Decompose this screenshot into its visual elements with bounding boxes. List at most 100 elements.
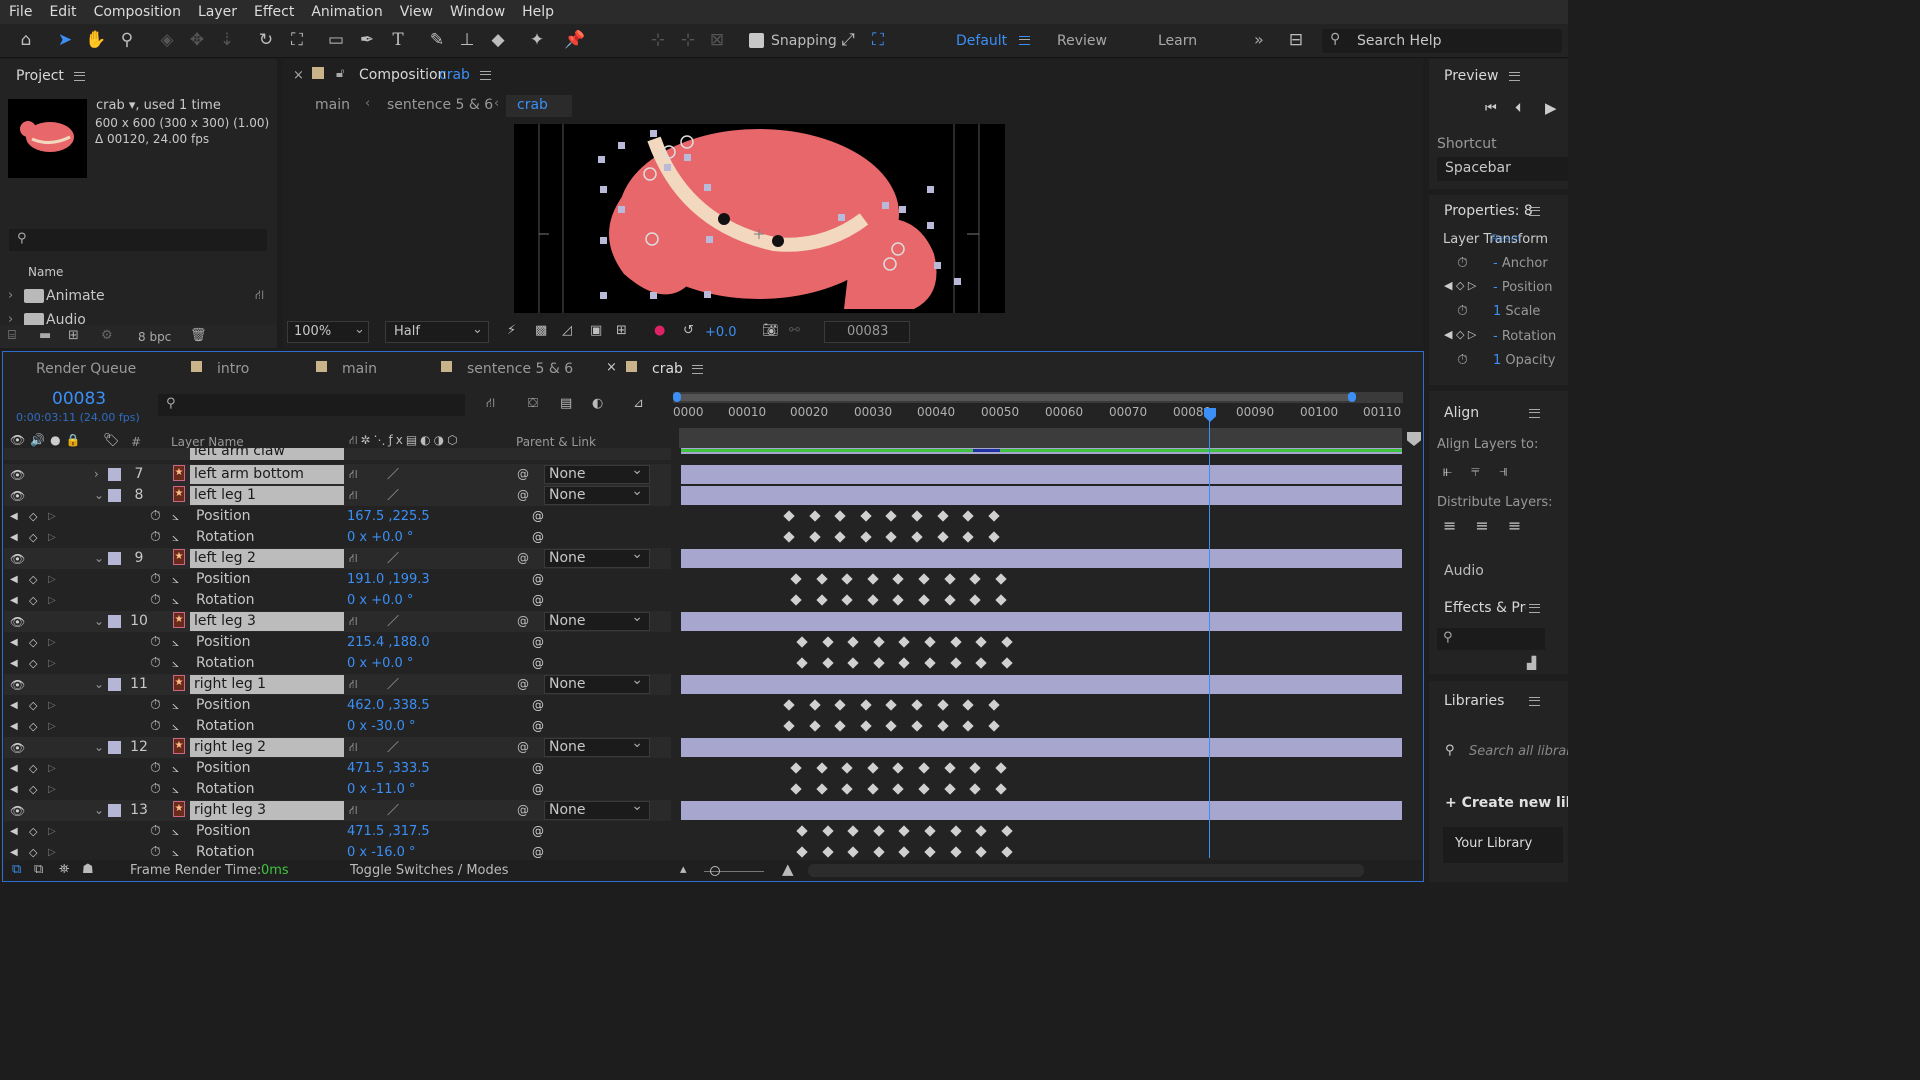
menu-view[interactable]: View bbox=[400, 4, 433, 20]
layer-name[interactable]: right leg 3 bbox=[190, 801, 344, 820]
snap-feature-icon[interactable]: ⛶ bbox=[866, 28, 890, 52]
pen-tool-icon[interactable]: ✒ bbox=[355, 28, 379, 52]
graph-icon[interactable]: ⦣ bbox=[172, 758, 179, 779]
next-keyframe-icon[interactable]: ▷ bbox=[48, 716, 56, 737]
chevron-down-icon[interactable]: ⌄ bbox=[94, 485, 104, 506]
world-axis-icon[interactable]: ⊹ bbox=[676, 28, 700, 52]
playhead-line[interactable] bbox=[1209, 420, 1210, 858]
eye-icon[interactable]: 👁 bbox=[10, 615, 25, 629]
pickwhip-icon[interactable]: @ bbox=[517, 611, 529, 632]
property-value[interactable]: 471.5 ,317.5 bbox=[347, 821, 430, 842]
zoom-out-icon[interactable]: ▴ bbox=[680, 862, 687, 877]
layer-duration-bar[interactable] bbox=[681, 612, 1402, 631]
mask-visibility-icon[interactable]: ◿ bbox=[562, 323, 572, 338]
type-tool-icon[interactable]: T bbox=[386, 28, 410, 52]
rectangle-tool-icon[interactable]: ▭ bbox=[324, 28, 348, 52]
pickwhip-icon[interactable]: @ bbox=[517, 674, 529, 695]
graph-icon[interactable]: ⦣ bbox=[172, 653, 179, 674]
next-keyframe-icon[interactable]: ▷ bbox=[48, 653, 56, 674]
property-value[interactable]: 167.5 ,225.5 bbox=[347, 506, 430, 527]
folder-row[interactable]: › Audio bbox=[8, 309, 277, 325]
graph-icon[interactable]: ⦣ bbox=[172, 821, 179, 842]
resolution-select[interactable]: Half ⌄ bbox=[385, 321, 489, 343]
stopwatch-icon[interactable]: ⏱ bbox=[1457, 303, 1468, 319]
graph-icon[interactable]: ⦣ bbox=[172, 779, 179, 800]
eye-icon[interactable]: 👁 bbox=[10, 468, 25, 482]
stopwatch-icon[interactable]: ⏱ bbox=[150, 821, 161, 842]
graph-icon[interactable]: ⦣ bbox=[172, 590, 179, 611]
next-keyframe-icon[interactable]: ▷ bbox=[48, 779, 56, 800]
layer-duration-bar[interactable] bbox=[681, 738, 1402, 757]
prev-keyframe-icon[interactable]: ◀ bbox=[10, 653, 18, 674]
property-row[interactable]: ◀ ◇ ▷ ⏱ ⦣ Rotation 0 x -30.0 ° @ bbox=[4, 716, 671, 737]
brush-tool-icon[interactable]: ✎ bbox=[425, 28, 449, 52]
add-keyframe-icon[interactable]: ◇ bbox=[29, 821, 37, 842]
quality-switch-icon[interactable]: ／ bbox=[387, 464, 399, 485]
region-of-interest-icon[interactable]: ▣ bbox=[590, 323, 602, 338]
quality-switch-icon[interactable]: ／ bbox=[387, 548, 399, 569]
graph-icon[interactable]: ⦣ bbox=[172, 527, 179, 548]
property-row[interactable]: ◀ ◇ ▷ ⏱ ⦣ Position 167.5 ,225.5 @ bbox=[4, 506, 671, 527]
tab-main[interactable]: main bbox=[342, 361, 377, 377]
menu-file[interactable]: File bbox=[9, 4, 32, 20]
next-keyframe-icon[interactable]: ▷ bbox=[48, 821, 56, 842]
timeline-scrollbar[interactable] bbox=[808, 864, 1364, 877]
prev-keyframe-icon[interactable]: ◀ bbox=[10, 569, 18, 590]
property-value[interactable]: 191.0 ,199.3 bbox=[347, 569, 430, 590]
property-value[interactable]: 0 x +0.0 ° bbox=[347, 527, 413, 548]
pan-behind-icon[interactable]: ⛶ bbox=[285, 28, 309, 52]
new-folder-icon[interactable]: ▬ bbox=[39, 328, 51, 343]
property-value[interactable]: 0 x -11.0 ° bbox=[347, 779, 416, 800]
channel-icon[interactable]: ● bbox=[654, 323, 665, 338]
project-search-input[interactable]: ⚲ bbox=[9, 229, 267, 251]
toggle-switches-button[interactable]: Toggle Switches / Modes bbox=[350, 863, 509, 878]
quality-switch-icon[interactable]: ／ bbox=[387, 800, 399, 821]
selection-tool-icon[interactable]: ➤ bbox=[53, 28, 77, 52]
scale-value[interactable]: 1 bbox=[1493, 304, 1501, 319]
expression-pickwhip-icon[interactable]: @ bbox=[532, 653, 544, 674]
dolly-camera-icon[interactable]: ⇣ bbox=[215, 28, 239, 52]
workspace-default[interactable]: Default bbox=[956, 33, 1007, 49]
clone-stamp-icon[interactable]: ⊥ bbox=[455, 28, 479, 52]
audio-title[interactable]: Audio bbox=[1444, 563, 1484, 579]
work-area-end-handle[interactable] bbox=[1348, 392, 1356, 402]
layer-row-partial[interactable]: left arm claw bbox=[4, 448, 671, 460]
expand-icon[interactable]: › bbox=[8, 312, 13, 325]
shy-switch-icon[interactable]: ⛙ bbox=[349, 737, 357, 758]
add-keyframe-icon[interactable]: ◇ bbox=[29, 779, 37, 800]
chevron-down-icon[interactable]: ⌄ bbox=[94, 737, 104, 758]
expression-pickwhip-icon[interactable]: @ bbox=[532, 779, 544, 800]
rotation-tool-icon[interactable]: ↻ bbox=[254, 28, 278, 52]
preview-menu-icon[interactable] bbox=[1509, 72, 1520, 81]
menu-animation[interactable]: Animation bbox=[311, 4, 382, 20]
folder-row[interactable]: › Animate bbox=[8, 285, 277, 307]
prev-keyframe-icon[interactable]: ◀ bbox=[10, 506, 18, 527]
col-layer-name[interactable]: Layer Name bbox=[171, 435, 244, 449]
lock-icon[interactable]: 🔓︎ bbox=[336, 66, 344, 81]
tab-sentence[interactable]: sentence 5 & 6 bbox=[467, 361, 573, 377]
label-color[interactable] bbox=[108, 489, 121, 502]
menu-layer[interactable]: Layer bbox=[198, 4, 237, 20]
add-keyframe-icon[interactable]: ◇ bbox=[29, 632, 37, 653]
label-color[interactable] bbox=[108, 741, 121, 754]
shy-switch-icon[interactable]: ⛙ bbox=[349, 611, 357, 632]
frame-blending-icon[interactable]: ▤ bbox=[560, 396, 572, 411]
new-bin-icon[interactable]: ▟ bbox=[1527, 656, 1536, 670]
chevron-down-icon[interactable]: ⌄ bbox=[94, 611, 104, 632]
timeline-menu-icon[interactable] bbox=[692, 365, 703, 374]
chevron-down-icon[interactable]: ⌄ bbox=[94, 674, 104, 695]
stopwatch-icon[interactable]: ⏱ bbox=[150, 527, 161, 548]
keyframe-nav-icon[interactable]: ◀ ◇ ▷ bbox=[1444, 279, 1476, 292]
layer-switches-icon[interactable]: ⧉ bbox=[12, 862, 21, 877]
stopwatch-icon[interactable]: ⏱ bbox=[150, 569, 161, 590]
layer-row[interactable]: 👁 ⌄ 11 ★ right leg 1 ⛙ ／ @ None bbox=[4, 672, 671, 695]
properties-menu-icon[interactable] bbox=[1529, 207, 1540, 216]
zoom-in-icon[interactable]: ▲ bbox=[782, 860, 794, 878]
zoom-select[interactable]: 100% ⌄ bbox=[287, 321, 369, 343]
layer-row[interactable]: 👁 ⌄ 8 ★ left leg 1 ⛙ ／ @ None bbox=[4, 483, 671, 506]
flowchart-icon[interactable]: ⛙ bbox=[255, 288, 264, 305]
property-row[interactable]: ◀ ◇ ▷ ⏱ ⦣ Position 471.5 ,317.5 @ bbox=[4, 821, 671, 842]
expression-pickwhip-icon[interactable]: @ bbox=[532, 758, 544, 779]
label-color[interactable] bbox=[108, 804, 121, 817]
parent-select[interactable]: None bbox=[544, 609, 650, 631]
